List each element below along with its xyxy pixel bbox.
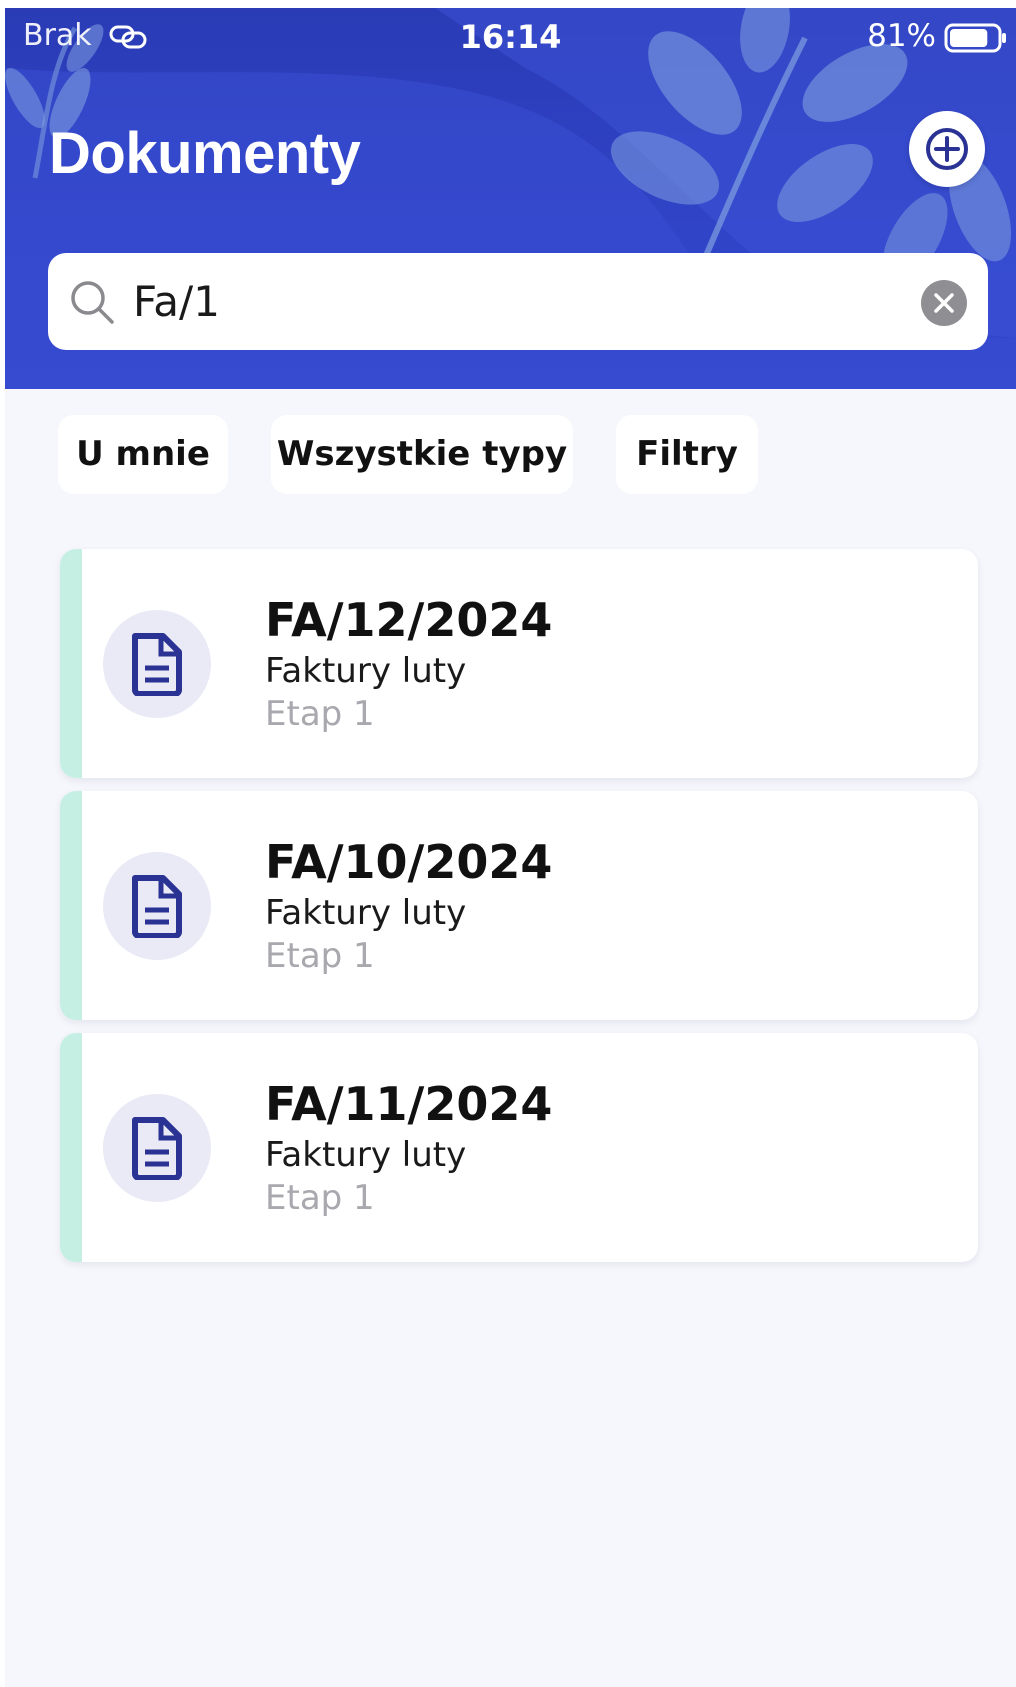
status-accent <box>60 1033 82 1262</box>
status-bar: Brak 16:14 81% <box>5 8 1016 68</box>
document-number: FA/11/2024 <box>265 1077 553 1131</box>
document-icon-badge <box>103 1094 211 1202</box>
document-card[interactable]: FA/10/2024 Faktury luty Etap 1 <box>60 791 978 1020</box>
app-screen: Brak 16:14 81% Dokumenty Fa/1 U mnie Wsz… <box>5 8 1016 1687</box>
filter-chip-filters[interactable]: Filtry <box>616 415 758 494</box>
search-bar <box>48 253 988 350</box>
document-icon <box>132 633 182 696</box>
document-number: FA/12/2024 <box>265 593 553 647</box>
document-stage: Etap 1 <box>265 936 375 976</box>
filter-chip-mine[interactable]: U mnie <box>58 415 228 494</box>
document-category: Faktury luty <box>265 1135 467 1175</box>
plus-icon <box>926 128 968 170</box>
battery-percent: 81% <box>867 18 936 54</box>
document-number: FA/10/2024 <box>265 835 553 889</box>
document-icon-badge <box>103 610 211 718</box>
document-icon <box>132 1117 182 1180</box>
document-stage: Etap 1 <box>265 694 375 734</box>
clock: 16:14 <box>459 18 562 56</box>
document-stage: Etap 1 <box>265 1178 375 1218</box>
header: Brak 16:14 81% Dokumenty <box>5 8 1016 389</box>
filter-chip-all-types[interactable]: Wszystkie typy <box>271 415 573 494</box>
battery-icon <box>944 23 1006 53</box>
status-accent <box>60 549 82 778</box>
document-icon-badge <box>103 852 211 960</box>
search-icon <box>71 281 114 324</box>
document-card[interactable]: FA/11/2024 Faktury luty Etap 1 <box>60 1033 978 1262</box>
clear-icon <box>934 293 954 313</box>
document-card[interactable]: FA/12/2024 Faktury luty Etap 1 <box>60 549 978 778</box>
document-category: Faktury luty <box>265 893 467 933</box>
search-input[interactable] <box>133 271 913 331</box>
document-icon <box>132 875 182 938</box>
add-document-button[interactable] <box>909 111 985 187</box>
document-category: Faktury luty <box>265 651 467 691</box>
status-accent <box>60 791 82 1020</box>
clear-search-button[interactable] <box>921 280 967 326</box>
page-title: Dokumenty <box>49 121 361 186</box>
